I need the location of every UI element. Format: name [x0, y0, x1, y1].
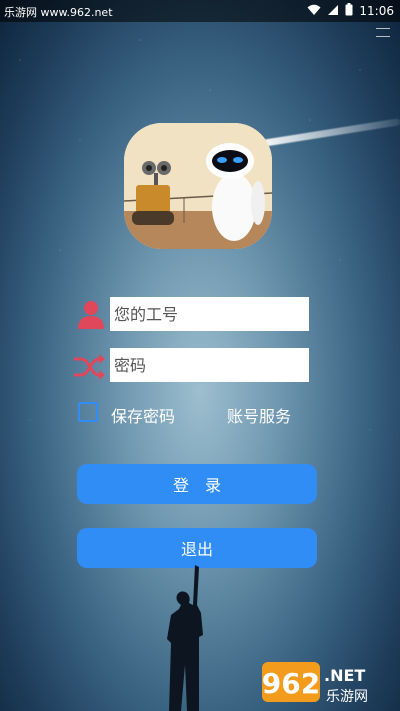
user-icon [76, 299, 106, 329]
app-logo-avatar [124, 123, 272, 249]
save-password-checkbox[interactable] [78, 402, 98, 422]
shuffle-icon [72, 352, 106, 382]
signal-icon [327, 4, 339, 19]
site-watermark-text: 乐游网 www.962.net [4, 6, 113, 19]
comet-streak [261, 118, 400, 147]
employee-id-input[interactable] [110, 297, 309, 331]
status-bar: 乐游网 www.962.net 11:06 [0, 0, 400, 22]
wifi-icon [307, 4, 321, 19]
logo-brand-chinese: 乐游网 [326, 689, 368, 705]
account-service-link[interactable]: 账号服务 [227, 403, 291, 427]
robot-illustration [124, 123, 272, 249]
reaching-person-silhouette [155, 565, 225, 711]
login-button[interactable]: 登 录 [77, 464, 317, 504]
login-button-label: 登 录 [172, 476, 221, 495]
962-watermark-logo: 962 .NET 乐游网 [262, 660, 394, 706]
password-input[interactable] [110, 348, 309, 382]
menu-icon[interactable] [376, 28, 390, 37]
logo-brand-text: 962 [262, 667, 320, 700]
logo-brand-suffix: .NET [324, 666, 365, 685]
save-password-label[interactable]: 保存密码 [111, 403, 175, 427]
status-right-group: 11:06 [307, 3, 394, 19]
exit-button[interactable]: 退出 [77, 528, 317, 568]
status-time: 11:06 [359, 4, 394, 18]
exit-button-label: 退出 [180, 540, 213, 559]
battery-icon [345, 3, 353, 19]
